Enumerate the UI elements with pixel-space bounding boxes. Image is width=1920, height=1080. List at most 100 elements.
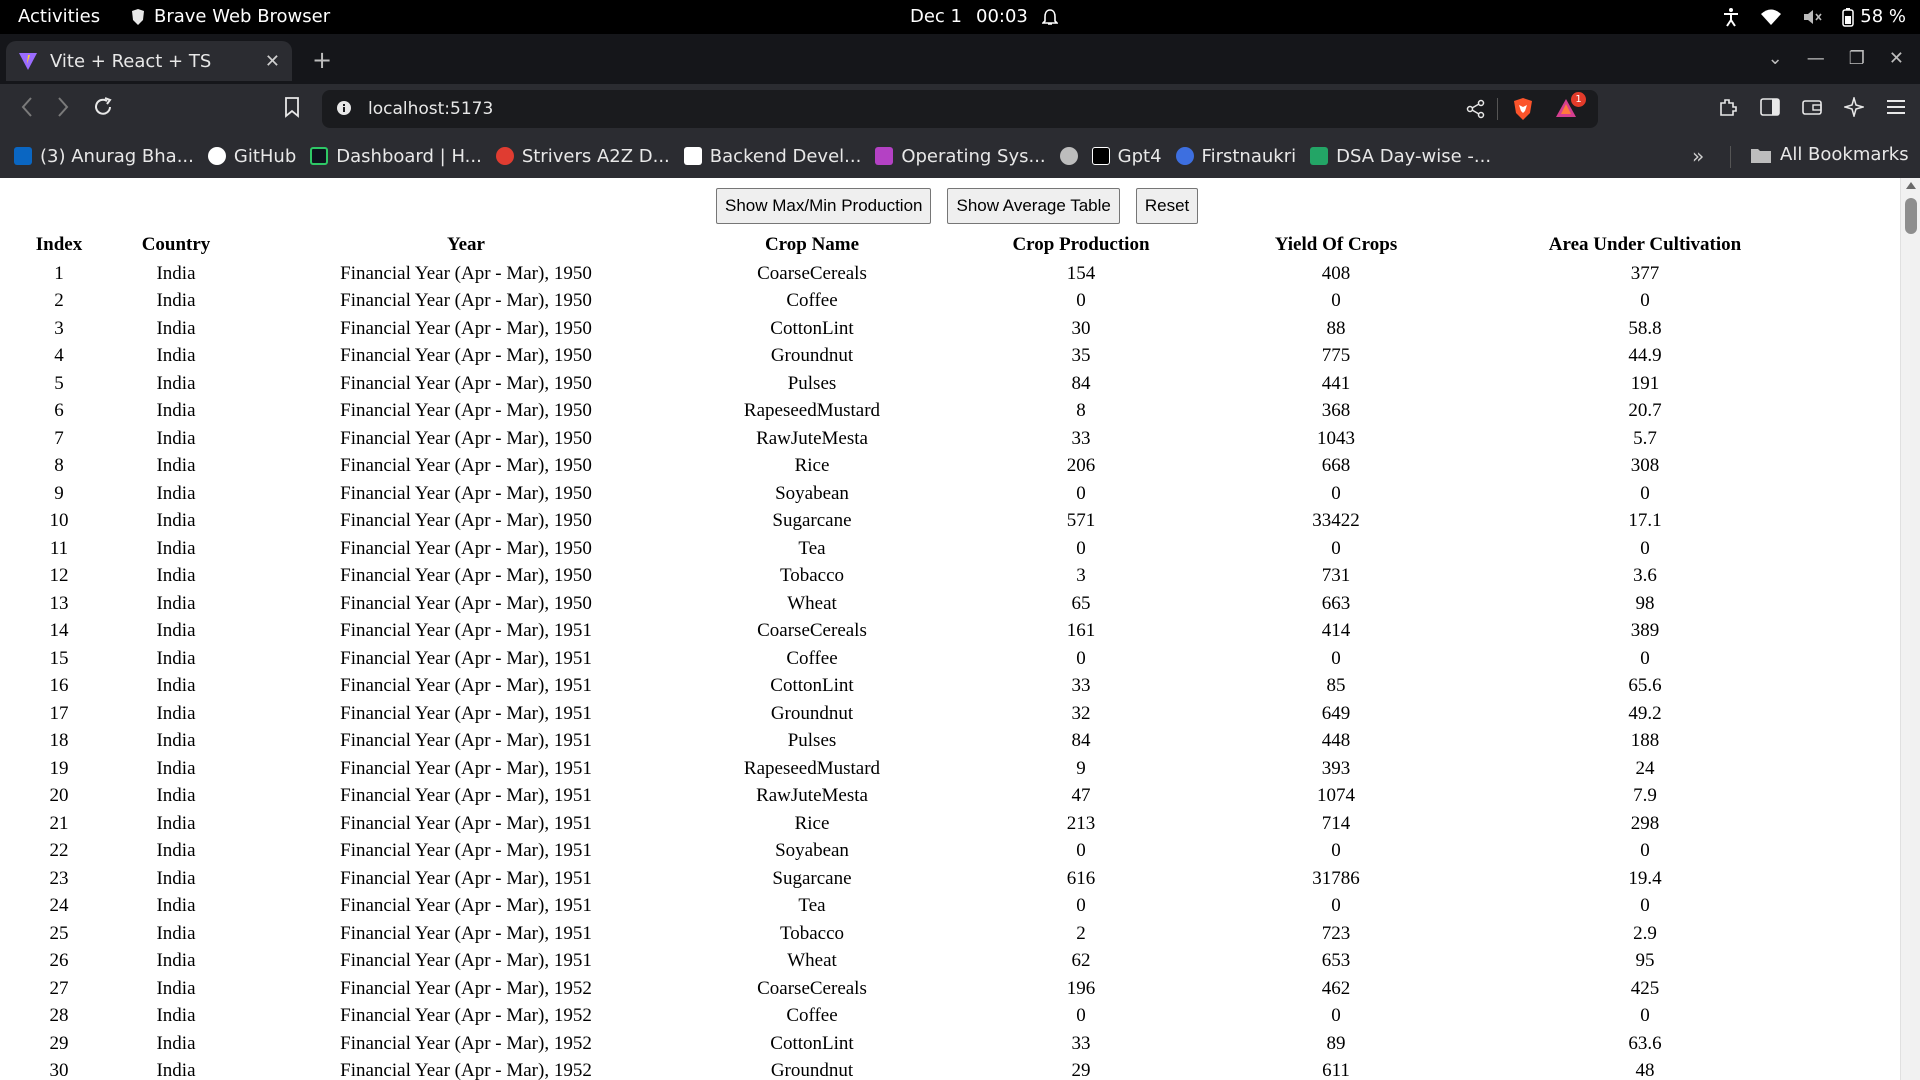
cell-year: Financial Year (Apr - Mar), 1951 [340, 675, 592, 697]
back-icon[interactable] [20, 96, 34, 118]
share-icon[interactable] [1466, 99, 1486, 119]
cell-index: 17 [49, 702, 69, 724]
site-info-icon[interactable] [336, 100, 352, 116]
bookmark-backend[interactable]: Backend Devel... [683, 146, 861, 167]
table-row: 5 India Financial Year (Apr - Mar), 1950 Pu… [10, 370, 1844, 398]
cell-crop-production: 571 [1066, 510, 1096, 532]
all-bookmarks-button[interactable]: All Bookmarks [1750, 144, 1909, 165]
bookmark-firstnaukri[interactable]: Firstnaukri [1175, 146, 1296, 167]
cell-crop-production: 616 [1066, 867, 1096, 889]
show-maxmin-button[interactable]: Show Max/Min Production [716, 188, 932, 224]
cell-crop-name: CoarseCereals [757, 262, 867, 284]
cell-index: 16 [49, 675, 69, 697]
bookmark-github[interactable]: GitHub [207, 146, 296, 167]
cell-area-under-cultivation: 19.4 [1628, 867, 1662, 889]
scroll-up-arrow-icon[interactable] [1906, 182, 1916, 189]
cell-index: 25 [49, 922, 69, 944]
brave-shields-icon[interactable] [1512, 97, 1534, 121]
cell-yield-of-crops: 408 [1321, 262, 1351, 284]
accessibility-icon[interactable] [1722, 7, 1740, 27]
leo-ai-icon[interactable] [1844, 97, 1864, 117]
sheets-icon [1310, 147, 1329, 165]
tab-close-icon[interactable]: ✕ [265, 51, 280, 72]
cell-crop-production: 84 [1071, 372, 1091, 394]
cell-crop-production: 2 [1076, 922, 1086, 944]
bookmark-icon[interactable] [284, 96, 300, 118]
clock-time: 00:03 [976, 6, 1028, 27]
address-bar[interactable]: localhost:5173 1 [322, 90, 1598, 128]
cell-country: India [156, 1005, 196, 1027]
battery-icon[interactable] [1842, 7, 1855, 27]
menu-icon[interactable] [1886, 99, 1906, 115]
scrollbar-thumb[interactable] [1905, 198, 1917, 234]
cell-area-under-cultivation: 3.6 [1633, 565, 1657, 587]
table-row: 6 India Financial Year (Apr - Mar), 1950 Ra… [10, 398, 1844, 426]
table-row: 28 India Financial Year (Apr - Mar), 1952 C… [10, 1003, 1844, 1031]
cell-year: Financial Year (Apr - Mar), 1950 [340, 482, 592, 504]
wifi-icon[interactable] [1760, 8, 1782, 26]
cell-area-under-cultivation: 191 [1630, 372, 1660, 394]
cell-crop-production: 206 [1066, 455, 1096, 477]
minimize-button[interactable]: — [1807, 48, 1825, 69]
maximize-button[interactable]: ❐ [1849, 48, 1865, 69]
sidebar-icon[interactable] [1760, 98, 1780, 116]
bookmarks-overflow-icon[interactable]: » [1692, 144, 1704, 168]
system-tray[interactable]: 58 % [1722, 6, 1906, 27]
cell-crop-name: Sugarcane [772, 867, 852, 889]
cell-country: India [156, 372, 196, 394]
cell-year: Financial Year (Apr - Mar), 1952 [340, 1060, 592, 1080]
vertical-scrollbar[interactable] [1900, 178, 1920, 1080]
table-row: 30 India Financial Year (Apr - Mar), 1952 G… [10, 1058, 1844, 1080]
tab-active[interactable]: Vite + React + TS ✕ [6, 41, 292, 81]
cell-year: Financial Year (Apr - Mar), 1950 [340, 565, 592, 587]
reload-icon[interactable] [92, 96, 114, 118]
table-row: 16 India Financial Year (Apr - Mar), 1951 C… [10, 673, 1844, 701]
extensions-icon[interactable] [1718, 97, 1738, 117]
tab-search-chevron-icon[interactable]: ⌄ [1768, 48, 1783, 69]
wallet-icon[interactable] [1802, 98, 1822, 116]
bookmark-globe[interactable] [1059, 147, 1078, 165]
table-row: 21 India Financial Year (Apr - Mar), 1951 R… [10, 810, 1844, 838]
bookmark-linkedin[interactable]: (3) Anurag Bha... [14, 146, 194, 167]
reset-button[interactable]: Reset [1135, 188, 1199, 224]
show-average-button[interactable]: Show Average Table [947, 188, 1120, 224]
bookmark-hackerrank[interactable]: Dashboard | H... [310, 146, 482, 167]
cell-area-under-cultivation: 308 [1630, 455, 1660, 477]
cell-yield-of-crops: 611 [1322, 1060, 1350, 1080]
cell-year: Financial Year (Apr - Mar), 1950 [340, 455, 592, 477]
cell-area-under-cultivation: 58.8 [1628, 317, 1662, 339]
bookmark-os[interactable]: Operating Sys... [875, 146, 1046, 167]
cell-crop-name: RapeseedMustard [743, 757, 881, 779]
cell-index: 1 [54, 262, 64, 284]
bookmark-strivers[interactable]: Strivers A2Z D... [495, 146, 670, 167]
clock[interactable]: Dec 1 00:03 [910, 6, 1058, 27]
bookmark-gpt4[interactable]: Gpt4 [1091, 146, 1162, 167]
forward-icon[interactable] [56, 96, 70, 118]
cell-crop-name: Tea [798, 895, 826, 917]
linkedin-icon [14, 147, 32, 165]
cell-year: Financial Year (Apr - Mar), 1950 [340, 537, 592, 559]
app-menu[interactable]: Brave Web Browser [130, 6, 330, 27]
cell-area-under-cultivation: 0 [1640, 482, 1650, 504]
cell-crop-name: RawJuteMesta [756, 427, 868, 449]
cell-area-under-cultivation: 48 [1635, 1060, 1655, 1080]
new-tab-button[interactable]: + [312, 46, 332, 74]
cell-year: Financial Year (Apr - Mar), 1950 [340, 262, 592, 284]
close-window-button[interactable]: ✕ [1889, 48, 1904, 69]
table-row: 26 India Financial Year (Apr - Mar), 1951 W… [10, 948, 1844, 976]
cell-crop-name: CoarseCereals [757, 977, 867, 999]
cell-index: 9 [54, 482, 64, 504]
cell-index: 24 [49, 895, 69, 917]
url-text[interactable]: localhost:5173 [368, 99, 493, 119]
volume-muted-icon[interactable] [1802, 8, 1822, 26]
activities-button[interactable]: Activities [18, 6, 100, 27]
table-row: 4 India Financial Year (Apr - Mar), 1950 Gr… [10, 343, 1844, 371]
battery-percent: 58 % [1860, 6, 1906, 27]
cell-year: Financial Year (Apr - Mar), 1951 [340, 647, 592, 669]
bookmarks-bar: (3) Anurag Bha... GitHub Dashboard | H..… [0, 134, 1920, 178]
bookmark-dsa[interactable]: DSA Day-wise -... [1310, 146, 1491, 167]
cell-yield-of-crops: 0 [1331, 840, 1341, 862]
cell-yield-of-crops: 723 [1321, 922, 1351, 944]
cell-index: 7 [54, 427, 64, 449]
cell-area-under-cultivation: 63.6 [1628, 1032, 1662, 1054]
